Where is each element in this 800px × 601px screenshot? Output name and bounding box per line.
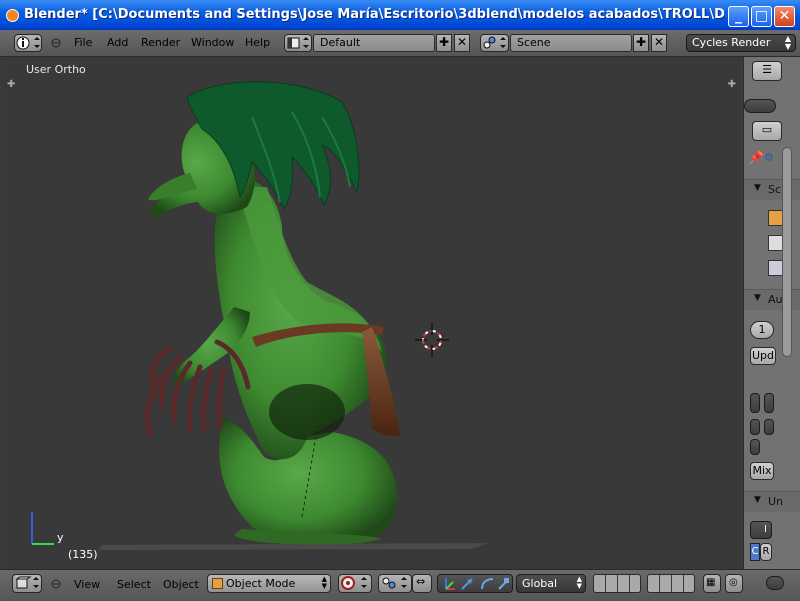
select-arrows-icon: ▲ ▼ <box>576 575 582 590</box>
axis-gizmo-icon <box>31 512 54 545</box>
expand-triangle-icon: ▼ <box>754 293 761 303</box>
select-arrows-icon: ▲ ▼ <box>784 34 791 51</box>
scene-browse-button[interactable] <box>480 34 509 52</box>
scene-link-icon: ⚙ <box>764 151 774 164</box>
scene-field[interactable]: Scene <box>510 34 632 52</box>
lock-layers-button[interactable]: ▦ <box>703 574 721 593</box>
collapse-menus-icon[interactable] <box>51 38 61 48</box>
viewport-shading-select[interactable] <box>338 574 372 593</box>
translate-icon[interactable] <box>461 578 473 590</box>
header-scroll-handle[interactable] <box>766 576 784 590</box>
rotate-icon[interactable] <box>481 578 494 590</box>
axis-label-y: y <box>57 531 64 544</box>
menu-add[interactable]: Add <box>107 36 128 49</box>
properties-scrollbar[interactable] <box>782 147 792 357</box>
outliner-toggle[interactable] <box>744 99 776 113</box>
layers-group-1[interactable] <box>593 574 641 593</box>
troll-model <box>144 81 400 545</box>
render-layer-icon: ▦ <box>706 577 716 588</box>
maximize-button[interactable]: □ <box>751 6 772 27</box>
section-scene-label: Sc <box>768 183 782 196</box>
manipulator-group <box>437 574 513 593</box>
3d-view-header: View Select Object Object Mode ▲ ▼ ⇔ Glo… <box>0 569 800 601</box>
delete-screen-button[interactable]: ✕ <box>454 34 470 52</box>
properties-editor-type-button[interactable]: ☰ <box>752 61 782 81</box>
pivot-point-select[interactable] <box>378 574 412 593</box>
add-screen-button[interactable]: ✚ <box>436 34 452 52</box>
manipulator-toggle-icon[interactable] <box>445 578 455 590</box>
close-button[interactable]: ✕ <box>774 6 795 27</box>
layout-icon <box>287 37 309 49</box>
shading-icon <box>341 576 367 590</box>
toggle-c[interactable]: C <box>750 543 760 561</box>
render-context-icon: ▭ <box>761 123 773 136</box>
update-button[interactable]: Upd <box>750 347 776 365</box>
menu-select[interactable]: Select <box>117 578 151 591</box>
toggle-r[interactable]: R <box>760 543 772 561</box>
section-audio-label: Au <box>768 293 783 306</box>
pin-icon[interactable]: 📌 <box>748 151 764 166</box>
snap-toggle-button[interactable]: ◎ <box>725 574 743 593</box>
window-title: Blender* [C:\Documents and Settings\Jose… <box>24 7 724 22</box>
delete-scene-button[interactable]: ✕ <box>651 34 667 52</box>
screen-layout-browse-button[interactable] <box>284 34 312 52</box>
object-mode-icon <box>212 578 223 589</box>
3d-viewport[interactable]: User Ortho ✚ ✚ y (135) <box>2 57 742 569</box>
menu-file[interactable]: File <box>74 36 92 49</box>
menu-render[interactable]: Render <box>141 36 180 49</box>
3d-view-icon <box>15 576 39 589</box>
editor-type-button[interactable] <box>14 34 42 52</box>
pivot-align-toggle[interactable]: ⇔ <box>412 574 432 593</box>
section-units-label: Un <box>768 495 784 508</box>
info-header: File Add Render Window Help Default ✚ ✕ … <box>0 30 800 57</box>
frame-counter: (135) <box>68 548 98 561</box>
collapse-menus-icon[interactable] <box>51 579 61 589</box>
window-title-bar: Blender* [C:\Documents and Settings\Jose… <box>0 0 800 30</box>
menu-object[interactable]: Object <box>163 578 199 591</box>
value-one-field[interactable]: 1 <box>750 321 774 339</box>
toggle-i[interactable]: I <box>750 521 772 539</box>
slider-c[interactable] <box>750 419 760 435</box>
interaction-mode-value: Object Mode <box>226 577 296 590</box>
mix-button[interactable]: Mix <box>750 462 774 480</box>
plus-icon: ✚ <box>635 35 647 49</box>
transform-orientation-select[interactable]: Global ▲ ▼ <box>516 574 586 593</box>
slider-d[interactable] <box>764 419 774 435</box>
magnet-icon: ◎ <box>729 577 738 588</box>
slider-b[interactable] <box>764 393 774 413</box>
properties-panel: ☰ ▭ 📌 ⚙ ▼ Sc ▼ Au 1 Upd Mix ▼ Un I C R <box>743 57 800 569</box>
layers-group-2[interactable] <box>647 574 695 593</box>
select-arrows-icon: ▲ ▼ <box>321 575 327 590</box>
minimize-button[interactable]: _ <box>728 6 749 27</box>
transform-orientation-value: Global <box>522 577 558 590</box>
x-icon: ✕ <box>456 35 468 49</box>
interaction-mode-select[interactable]: Object Mode ▲ ▼ <box>207 574 331 593</box>
section-units-header[interactable]: ▼ Un <box>744 491 800 512</box>
plus-icon: ✚ <box>438 35 450 49</box>
slider-a[interactable] <box>750 393 760 413</box>
info-icon <box>16 36 40 50</box>
menu-view[interactable]: View <box>74 578 100 591</box>
scene-render: y <box>31 81 488 550</box>
add-scene-button[interactable]: ✚ <box>633 34 649 52</box>
scale-icon[interactable] <box>498 578 509 590</box>
expand-triangle-icon: ▼ <box>754 183 761 193</box>
menu-window[interactable]: Window <box>191 36 234 49</box>
editor-type-3d-button[interactable] <box>12 574 42 593</box>
menu-help[interactable]: Help <box>245 36 270 49</box>
align-arrows-icon: ⇔ <box>416 575 426 588</box>
properties-list-icon: ☰ <box>762 63 772 76</box>
screen-layout-field[interactable]: Default <box>313 34 435 52</box>
x-icon: ✕ <box>653 35 665 49</box>
blender-app-icon[interactable] <box>6 9 19 22</box>
slider-e[interactable] <box>750 439 760 455</box>
manipulator-icons <box>445 578 509 590</box>
3d-cursor-icon[interactable] <box>415 323 449 357</box>
render-engine-value: Cycles Render <box>692 36 771 49</box>
scene-icon <box>483 36 506 49</box>
expand-triangle-icon: ▼ <box>754 495 761 505</box>
pivot-icon <box>382 577 407 589</box>
properties-context-button[interactable]: ▭ <box>752 121 782 141</box>
render-engine-select[interactable]: Cycles Render ▲ ▼ <box>686 34 796 52</box>
